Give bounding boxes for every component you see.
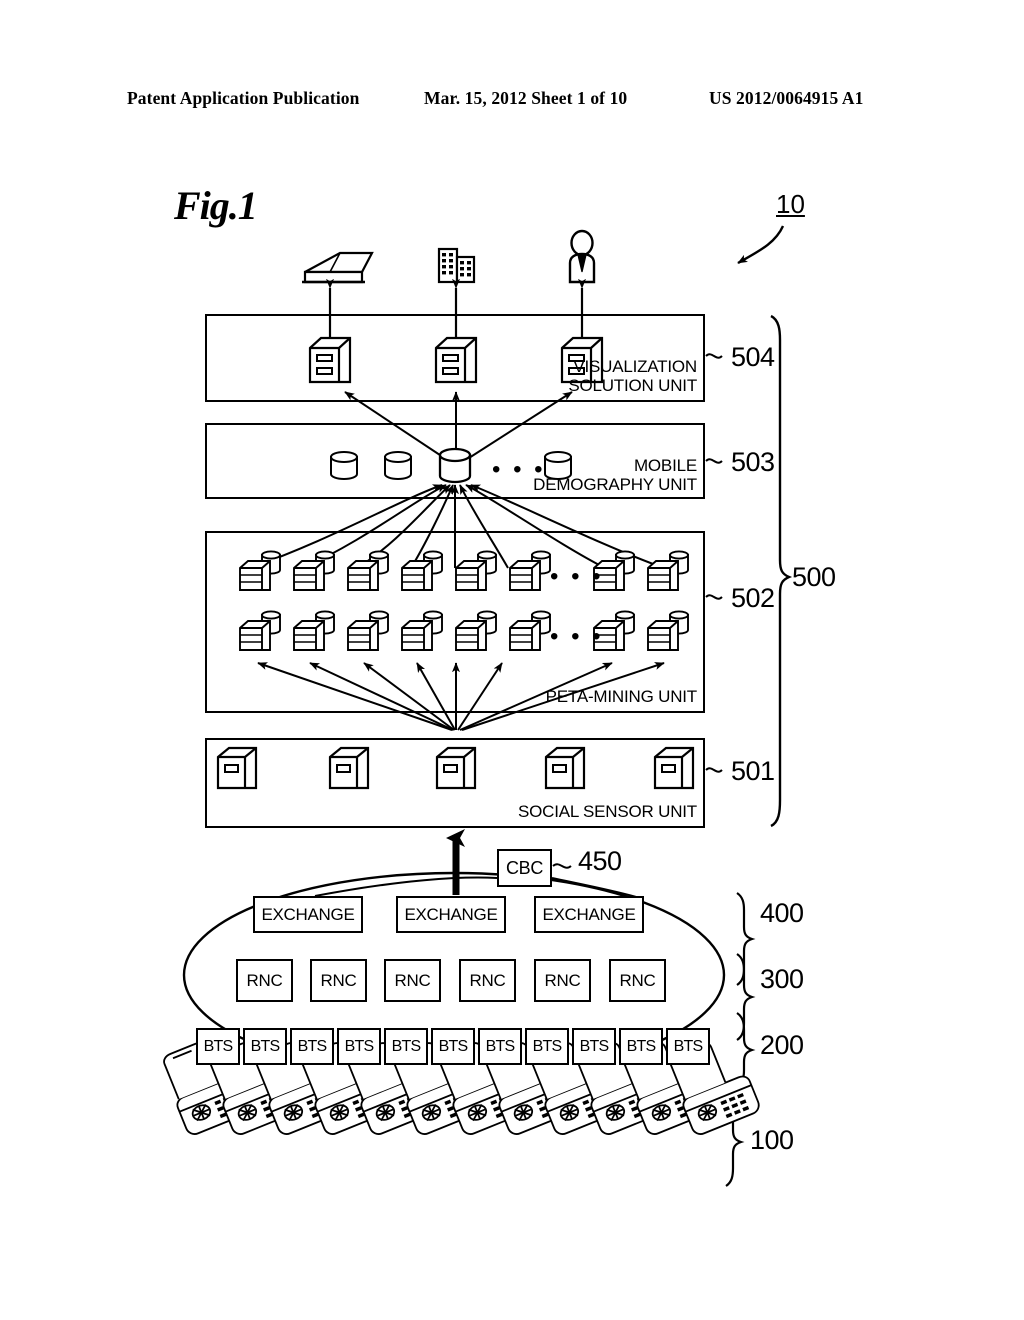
layer-504-visualization-solution-unit: VISUALIZATION SOLUTION UNIT bbox=[205, 314, 705, 402]
node-bts-label: BTS bbox=[626, 1037, 657, 1055]
node-rnc-label: RNC bbox=[544, 970, 581, 990]
node-exchange-label: EXCHANGE bbox=[542, 904, 636, 924]
node-bts-10[interactable]: BTS bbox=[619, 1028, 663, 1065]
node-bts-1[interactable]: BTS bbox=[196, 1028, 240, 1065]
node-bts-label: BTS bbox=[438, 1037, 469, 1055]
node-cbc-label: CBC bbox=[505, 857, 544, 878]
node-bts-label: BTS bbox=[532, 1037, 563, 1055]
node-rnc-1[interactable]: RNC bbox=[236, 959, 293, 1002]
node-bts-5[interactable]: BTS bbox=[384, 1028, 428, 1065]
node-bts-label: BTS bbox=[485, 1037, 516, 1055]
node-exchange-1[interactable]: EXCHANGE bbox=[253, 896, 363, 933]
person-icon bbox=[568, 229, 596, 284]
node-bts-4[interactable]: BTS bbox=[337, 1028, 381, 1065]
layer-502-peta-mining-unit: PETA-MINING UNIT bbox=[205, 531, 705, 713]
ref-502: 502 bbox=[731, 583, 775, 613]
node-rnc-5[interactable]: RNC bbox=[534, 959, 591, 1002]
node-bts-label: BTS bbox=[297, 1037, 328, 1055]
node-bts-label: BTS bbox=[579, 1037, 610, 1055]
ref-450: 450 bbox=[578, 846, 622, 876]
ref-503: 503 bbox=[731, 447, 775, 477]
node-cbc[interactable]: CBC bbox=[497, 849, 552, 887]
node-bts-11[interactable]: BTS bbox=[666, 1028, 710, 1065]
node-rnc-3[interactable]: RNC bbox=[384, 959, 441, 1002]
node-exchange-label: EXCHANGE bbox=[404, 904, 498, 924]
node-bts-8[interactable]: BTS bbox=[525, 1028, 569, 1065]
ref-504: 504 bbox=[731, 342, 775, 372]
ref-100: 100 bbox=[750, 1125, 794, 1155]
government-facility-icon bbox=[302, 251, 374, 284]
node-rnc-label: RNC bbox=[394, 970, 431, 990]
node-bts-2[interactable]: BTS bbox=[243, 1028, 287, 1065]
ref-400: 400 bbox=[760, 898, 804, 928]
ref-500-group: 500 bbox=[792, 562, 836, 592]
layer-501-title: SOCIAL SENSOR UNIT bbox=[517, 802, 697, 821]
node-bts-label: BTS bbox=[391, 1037, 422, 1055]
node-exchange-2[interactable]: EXCHANGE bbox=[396, 896, 506, 933]
node-rnc-label: RNC bbox=[320, 970, 357, 990]
node-bts-9[interactable]: BTS bbox=[572, 1028, 616, 1065]
layer-502-ellipsis-row2: • • • bbox=[550, 623, 604, 650]
layer-503-mobile-demography-unit: MOBILE DEMOGRAPHY UNIT bbox=[205, 423, 705, 499]
node-bts-label: BTS bbox=[673, 1037, 704, 1055]
ref-200: 200 bbox=[760, 1030, 804, 1060]
node-rnc-label: RNC bbox=[469, 970, 506, 990]
node-bts-label: BTS bbox=[250, 1037, 281, 1055]
node-exchange-3[interactable]: EXCHANGE bbox=[534, 896, 644, 933]
layer-503-title: MOBILE DEMOGRAPHY UNIT bbox=[533, 456, 697, 494]
layer-503-ellipsis: • • • bbox=[492, 456, 546, 483]
node-bts-7[interactable]: BTS bbox=[478, 1028, 522, 1065]
node-rnc-6[interactable]: RNC bbox=[609, 959, 666, 1002]
bracket-500 bbox=[770, 314, 793, 828]
node-bts-3[interactable]: BTS bbox=[290, 1028, 334, 1065]
layer-504-title: VISUALIZATION SOLUTION UNIT bbox=[568, 357, 697, 395]
ref-501: 501 bbox=[731, 756, 775, 786]
layer-502-title: PETA-MINING UNIT bbox=[545, 687, 698, 706]
ref-300: 300 bbox=[760, 964, 804, 994]
node-rnc-label: RNC bbox=[619, 970, 656, 990]
node-rnc-4[interactable]: RNC bbox=[459, 959, 516, 1002]
node-exchange-label: EXCHANGE bbox=[261, 904, 355, 924]
node-bts-label: BTS bbox=[203, 1037, 234, 1055]
layer-502-ellipsis-row1: • • • bbox=[550, 563, 604, 590]
node-rnc-2[interactable]: RNC bbox=[310, 959, 367, 1002]
office-buildings-icon bbox=[437, 247, 476, 284]
node-rnc-label: RNC bbox=[246, 970, 283, 990]
node-bts-6[interactable]: BTS bbox=[431, 1028, 475, 1065]
node-bts-label: BTS bbox=[344, 1037, 375, 1055]
layer-501-social-sensor-unit: SOCIAL SENSOR UNIT bbox=[205, 738, 705, 828]
